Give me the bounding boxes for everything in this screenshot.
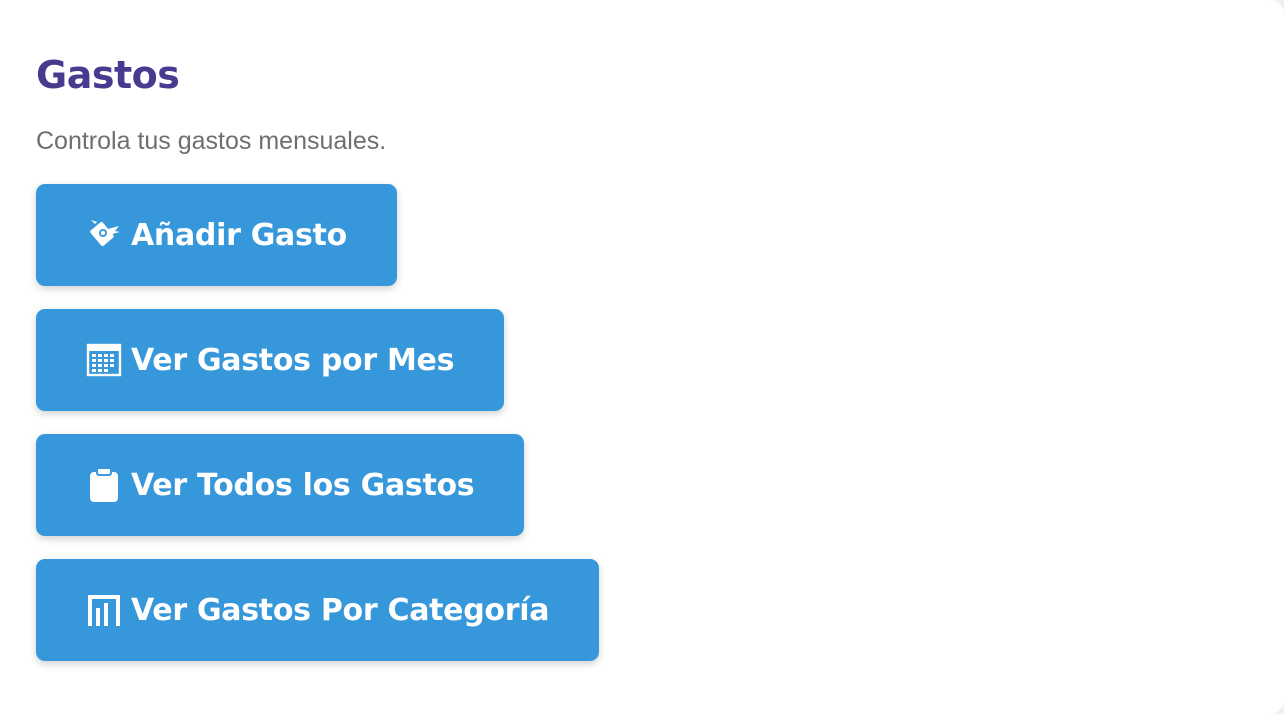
expenses-by-category-button[interactable]: Ver Gastos Por Categoría — [36, 559, 600, 661]
add-expense-button[interactable]: Añadir Gasto — [36, 184, 397, 286]
bar-chart-icon — [86, 592, 122, 628]
money-wings-icon — [86, 217, 122, 253]
all-expenses-label: Ver Todos los Gastos — [131, 467, 475, 503]
clipboard-icon — [86, 467, 122, 503]
action-list: Añadir Gasto Ver Gastos por Mes Ver Todo… — [36, 184, 1248, 661]
page-subtitle: Controla tus gastos mensuales. — [36, 127, 387, 155]
expenses-by-category-label: Ver Gastos Por Categoría — [131, 592, 550, 628]
add-expense-label: Añadir Gasto — [131, 217, 347, 253]
calendar-icon — [86, 342, 122, 378]
main-card: Gastos Controla tus gastos mensuales. Añ… — [0, 0, 1284, 714]
expenses-by-month-button[interactable]: Ver Gastos por Mes — [36, 309, 505, 411]
page-title: Gastos — [36, 53, 180, 97]
expenses-by-month-label: Ver Gastos por Mes — [131, 342, 455, 378]
all-expenses-button[interactable]: Ver Todos los Gastos — [36, 434, 525, 536]
